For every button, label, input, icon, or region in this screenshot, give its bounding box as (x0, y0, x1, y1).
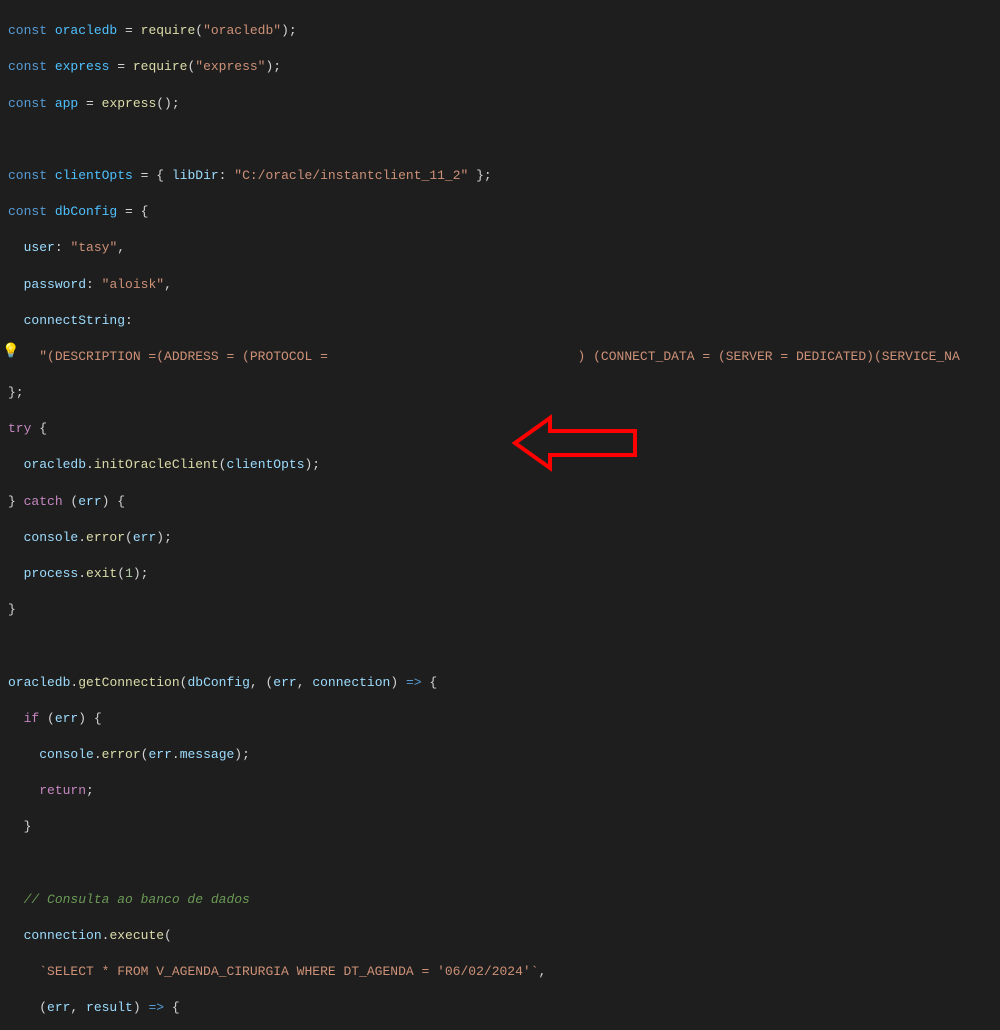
code-line (8, 637, 1000, 655)
code-line: console.error(err); (8, 529, 1000, 547)
code-line: `SELECT * FROM V_AGENDA_CIRURGIA WHERE D… (8, 963, 1000, 981)
code-line: const dbConfig = { (8, 203, 1000, 221)
code-line: } (8, 818, 1000, 836)
code-line: oracledb.initOracleClient(clientOpts); (8, 456, 1000, 474)
code-line: if (err) { (8, 710, 1000, 728)
code-line: return; (8, 782, 1000, 800)
code-line: const oracledb = require("oracledb"); (8, 22, 1000, 40)
code-line: const clientOpts = { libDir: "C:/oracle/… (8, 167, 1000, 185)
code-line: connection.execute( (8, 927, 1000, 945)
code-line: } catch (err) { (8, 493, 1000, 511)
code-line: try { (8, 420, 1000, 438)
code-line: // Consulta ao banco de dados (8, 891, 1000, 909)
code-line: connectString: (8, 312, 1000, 330)
lightbulb-icon[interactable]: 💡 (2, 343, 16, 357)
code-line (8, 855, 1000, 873)
code-line: } (8, 601, 1000, 619)
code-line: }; (8, 384, 1000, 402)
code-line: oracledb.getConnection(dbConfig, (err, c… (8, 674, 1000, 692)
code-line: const app = express(); (8, 95, 1000, 113)
code-line: console.error(err.message); (8, 746, 1000, 764)
code-line: "(DESCRIPTION =(ADDRESS = (PROTOCOL = ) … (8, 348, 1000, 366)
code-line (8, 131, 1000, 149)
code-line: process.exit(1); (8, 565, 1000, 583)
code-line: password: "aloisk", (8, 276, 1000, 294)
code-editor[interactable]: const oracledb = require("oracledb"); co… (8, 4, 1000, 1030)
code-line: (err, result) => { (8, 999, 1000, 1017)
code-line: user: "tasy", (8, 239, 1000, 257)
code-line: const express = require("express"); (8, 58, 1000, 76)
